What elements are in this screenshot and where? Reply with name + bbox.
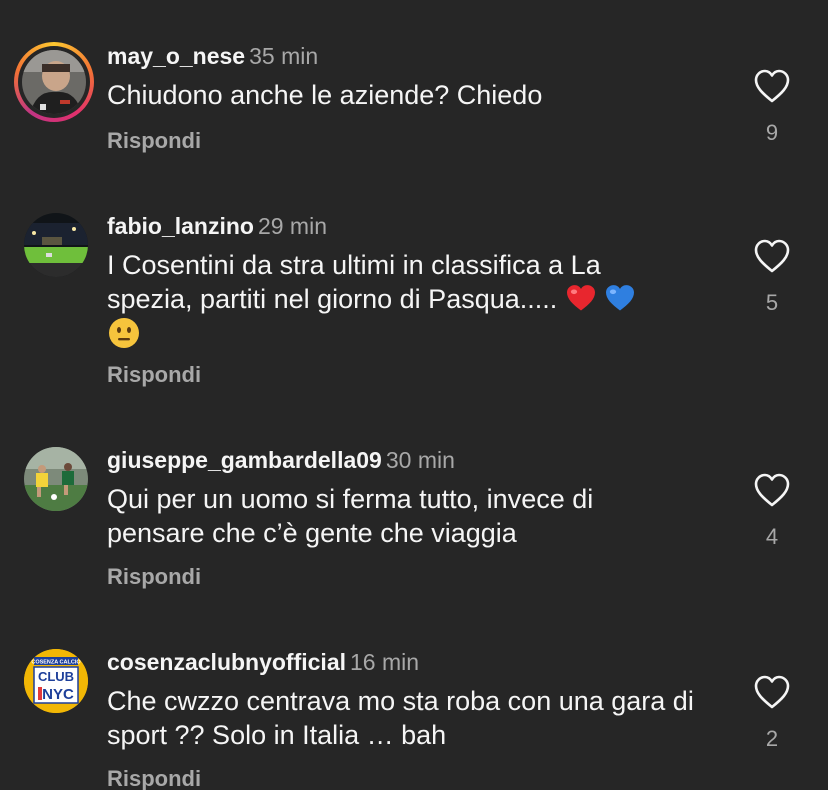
heart-icon[interactable] [752,674,792,710]
reply-button[interactable]: Rispondi [107,362,201,388]
blue-heart-emoji-icon [606,285,635,311]
reply-button[interactable]: Rispondi [107,128,201,154]
comment-time: 35 min [249,43,319,69]
avatar[interactable] [24,213,88,277]
comment-text-line: spezia, partiti nel giorno di Pasqua....… [107,284,558,314]
username[interactable]: giuseppe_gambardella09 [107,447,382,473]
comment-time: 16 min [350,649,420,675]
avatar-badge-top-text: COSENZA CALCIO [31,660,81,666]
heart-icon[interactable] [752,472,792,508]
comment-text: Qui per un uomo si ferma tutto, invece d… [107,484,594,548]
username[interactable]: cosenzaclubnyofficial [107,649,346,675]
heart-icon[interactable] [752,68,792,104]
avatar[interactable]: COSENZA CALCIO CLUB NYC [24,649,88,713]
red-heart-emoji-icon [566,285,595,311]
avatar [22,50,86,114]
comment-text-line: I Cosentini da stra ultimi in classifica… [107,250,601,280]
like-count: 9 [765,120,779,145]
avatar[interactable] [24,447,88,511]
comment-text: Che cwzzo centrava mo sta roba con una g… [107,686,694,750]
story-ring-avatar[interactable] [14,42,94,122]
reply-button[interactable]: Rispondi [107,564,201,590]
comment-time: 29 min [257,213,327,239]
avatar-badge-nyc-text: NYC [42,686,74,703]
comment-time: 30 min [385,447,455,473]
comments-list: may_o_nese 35 min Chiudono anche le azien… [0,0,828,790]
like-count: 5 [765,290,779,315]
comment-text: Chiudono anche le aziende? Chiedo [107,80,543,110]
username[interactable]: fabio_lanzino [107,213,254,239]
like-count: 4 [765,524,779,549]
reply-button[interactable]: Rispondi [107,766,201,790]
avatar-badge-club-text: CLUB [38,669,74,684]
heart-icon[interactable] [752,238,792,274]
like-count: 2 [765,726,779,751]
username[interactable]: may_o_nese [107,43,245,69]
neutral-face-emoji-icon [109,318,139,348]
comment-text: I Cosentini da stra ultimi in classifica… [107,248,707,354]
